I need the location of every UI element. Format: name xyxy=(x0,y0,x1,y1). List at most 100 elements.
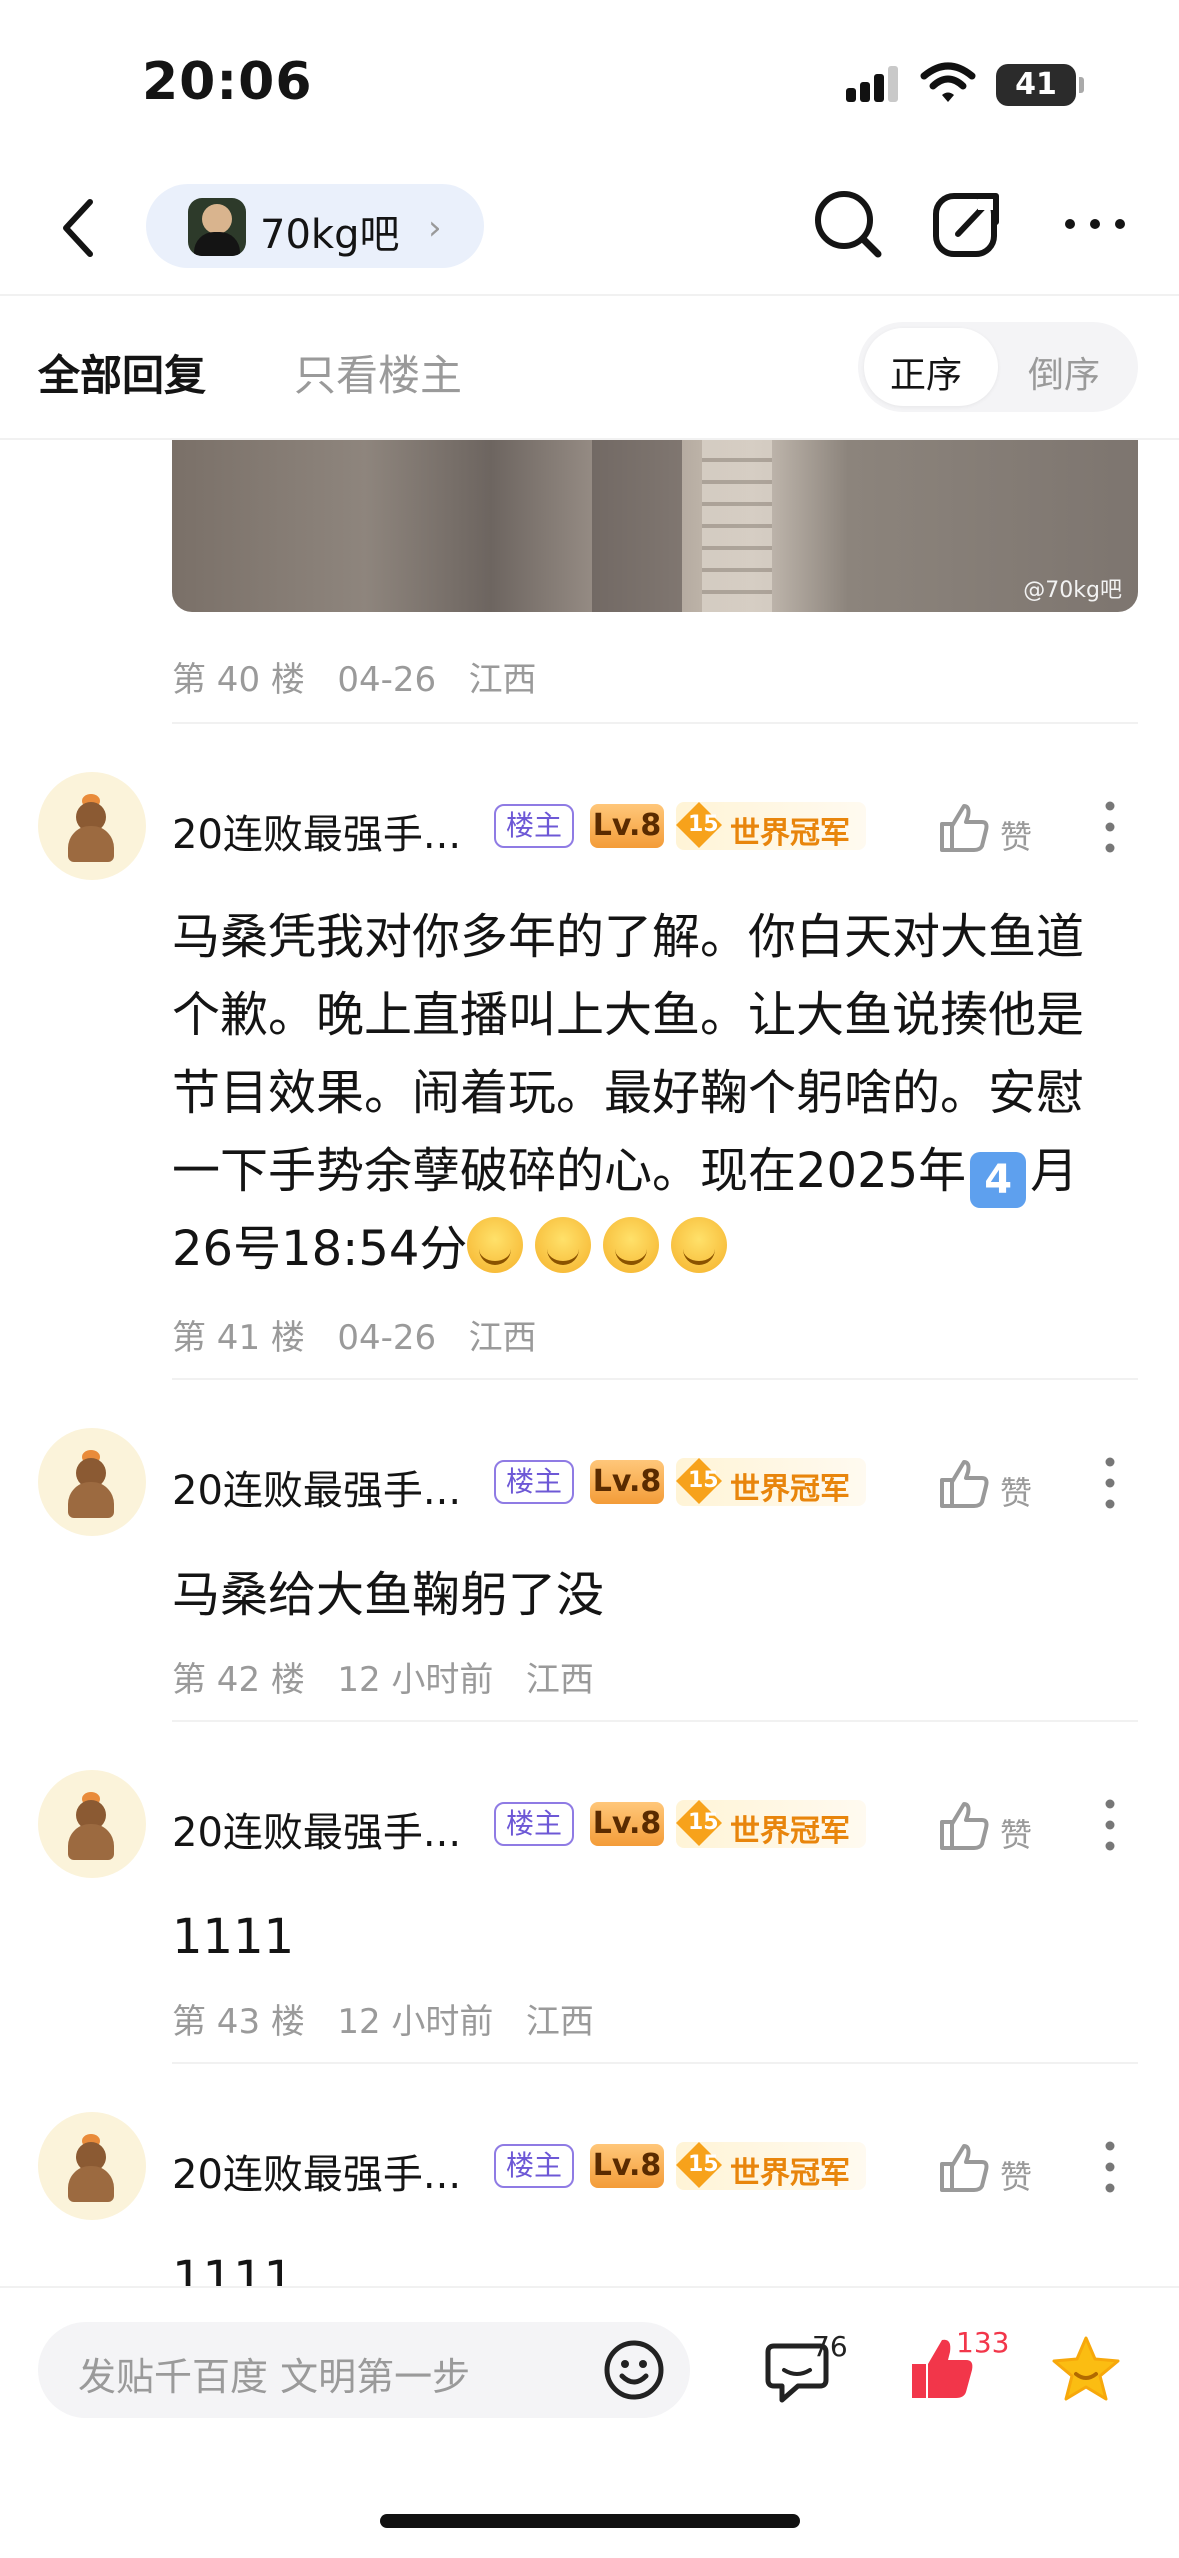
status-time: 20:06 xyxy=(142,52,313,112)
post-date: 04-26 xyxy=(337,1318,437,1358)
champion-title: 世界冠军 xyxy=(730,816,850,851)
content-line: 个歉。晚上直播叫上大鱼。让大鱼说揍他是 xyxy=(172,987,1085,1043)
sort-descending-button[interactable]: 倒序 xyxy=(1028,346,1100,398)
post-divider xyxy=(172,1720,1138,1722)
share-edit-icon[interactable] xyxy=(930,186,1006,262)
level-badge: Lv.8 xyxy=(590,2144,664,2188)
champion-badge: 15 世界冠军 xyxy=(676,802,866,851)
keycap-emoji: 4 xyxy=(970,1152,1027,1208)
content-text: 月 xyxy=(1030,1143,1079,1199)
post-content: 马桑凭我对你多年的了解。你白天对大鱼道 个歉。晚上直播叫上大鱼。让大鱼说揍他是 … xyxy=(172,898,1138,1288)
floor-number: 第 43 楼 xyxy=(172,2002,305,2042)
post-location: 江西 xyxy=(468,660,537,700)
post-divider xyxy=(172,2062,1138,2064)
grinning-emoji-icon xyxy=(671,1217,728,1273)
floor-number: 第 40 楼 xyxy=(172,660,305,700)
like-count: 133 xyxy=(956,2326,1010,2359)
image-watermark: @70kg吧 xyxy=(1023,578,1122,603)
tab-all-replies[interactable]: 全部回复 xyxy=(38,342,206,403)
like-label[interactable]: 赞 xyxy=(1000,2152,1032,2198)
post-location: 江西 xyxy=(525,2002,594,2042)
like-label[interactable]: 赞 xyxy=(1000,1810,1032,1856)
post-date: 12 小时前 xyxy=(337,1660,494,1700)
champion-title: 世界冠军 xyxy=(730,1472,850,1507)
floor-number: 第 41 楼 xyxy=(172,1318,305,1358)
floor-42-meta: 第 42 楼 12 小时前 江西 xyxy=(172,1652,594,1701)
post-more-icon[interactable] xyxy=(1104,1456,1116,1510)
post-date: 12 小时前 xyxy=(337,2002,494,2042)
grinning-emoji-icon xyxy=(467,1217,524,1273)
home-indicator xyxy=(380,2514,800,2528)
chevron-right-icon: › xyxy=(428,208,442,248)
champion-badge: 15 世界冠军 xyxy=(676,2142,866,2191)
content-line: 26号18:54分 xyxy=(172,1210,1138,1288)
post-location: 江西 xyxy=(525,1660,594,1700)
post-more-icon[interactable] xyxy=(1104,1798,1116,1852)
thumbs-up-icon[interactable] xyxy=(938,802,990,854)
wifi-icon xyxy=(920,62,976,102)
post-divider xyxy=(172,1378,1138,1380)
champion-badge: 15 世界冠军 xyxy=(676,1458,866,1507)
content-line: 马桑凭我对你多年的了解。你白天对大鱼道 xyxy=(172,909,1085,965)
username[interactable]: 20连败最强手... xyxy=(172,1458,461,1516)
champion-level: 15 xyxy=(688,1468,719,1493)
grinning-emoji-icon xyxy=(603,1217,660,1273)
search-icon[interactable] xyxy=(810,186,886,262)
content-line: 节目效果。闹着玩。最好鞠个躬啥的。安慰 xyxy=(172,1065,1085,1121)
post-content: 马桑给大鱼鞠躬了没 xyxy=(172,1567,605,1623)
back-arrow-icon[interactable] xyxy=(58,196,98,260)
reply-placeholder[interactable]: 发贴千百度 文明第一步 xyxy=(78,2346,470,2401)
content-text: 26号18:54分 xyxy=(172,1221,468,1277)
more-options-icon[interactable] xyxy=(1060,216,1130,232)
post-image[interactable]: @70kg吧 xyxy=(172,440,1138,612)
username[interactable]: 20连败最强手... xyxy=(172,802,461,860)
post-divider xyxy=(172,722,1138,724)
cellular-signal-icon xyxy=(846,66,904,102)
username[interactable]: 20连败最强手... xyxy=(172,2142,461,2200)
champion-level: 15 xyxy=(688,2152,719,2177)
champion-title: 世界冠军 xyxy=(730,2156,850,2191)
champion-level: 15 xyxy=(688,1810,719,1835)
forum-avatar xyxy=(188,198,246,256)
level-badge: Lv.8 xyxy=(590,1460,664,1504)
favorite-star-icon[interactable] xyxy=(1050,2334,1122,2404)
grinning-emoji-icon xyxy=(535,1217,592,1273)
owner-badge: 楼主 xyxy=(494,1460,575,1504)
user-avatar[interactable] xyxy=(38,772,146,880)
username[interactable]: 20连败最强手... xyxy=(172,1800,461,1858)
thumbs-up-icon[interactable] xyxy=(938,1458,990,1510)
sort-ascending-button[interactable]: 正序 xyxy=(890,346,962,398)
forum-name[interactable]: 70kg吧 xyxy=(260,202,399,260)
header-divider xyxy=(0,294,1179,296)
floor-41-meta: 第 41 楼 04-26 江西 xyxy=(172,1310,537,1359)
post-content: 1111 xyxy=(172,1909,295,1965)
content-text: 一下手势余孽破碎的心。现在2025年 xyxy=(172,1143,967,1199)
user-avatar[interactable] xyxy=(38,1428,146,1536)
owner-badge: 楼主 xyxy=(494,1802,575,1846)
level-badge: Lv.8 xyxy=(590,1802,664,1846)
battery-indicator: 41 xyxy=(996,64,1084,106)
thumbs-up-icon[interactable] xyxy=(938,2142,990,2194)
content-line: 一下手势余孽破碎的心。现在2025年 4 月 xyxy=(172,1132,1138,1210)
owner-badge: 楼主 xyxy=(494,2144,575,2188)
champion-title: 世界冠军 xyxy=(730,1814,850,1849)
champion-badge: 15 世界冠军 xyxy=(676,1800,866,1849)
post-more-icon[interactable] xyxy=(1104,800,1116,854)
user-avatar[interactable] xyxy=(38,1770,146,1878)
post-more-icon[interactable] xyxy=(1104,2140,1116,2194)
comment-count: 76 xyxy=(812,2330,848,2363)
like-label[interactable]: 赞 xyxy=(1000,812,1032,858)
champion-level: 15 xyxy=(688,812,719,837)
post-location: 江西 xyxy=(468,1318,537,1358)
tab-op-only[interactable]: 只看楼主 xyxy=(294,342,462,403)
owner-badge: 楼主 xyxy=(494,804,575,848)
post-date: 04-26 xyxy=(337,660,437,700)
floor-40-meta: 第 40 楼 04-26 江西 xyxy=(172,652,537,701)
floor-43-meta: 第 43 楼 12 小时前 江西 xyxy=(172,1994,594,2043)
level-badge: Lv.8 xyxy=(590,804,664,848)
thumbs-up-icon[interactable] xyxy=(938,1800,990,1852)
floor-number: 第 42 楼 xyxy=(172,1660,305,1700)
user-avatar[interactable] xyxy=(38,2112,146,2220)
emoji-icon[interactable] xyxy=(602,2338,666,2402)
like-label[interactable]: 赞 xyxy=(1000,1468,1032,1514)
